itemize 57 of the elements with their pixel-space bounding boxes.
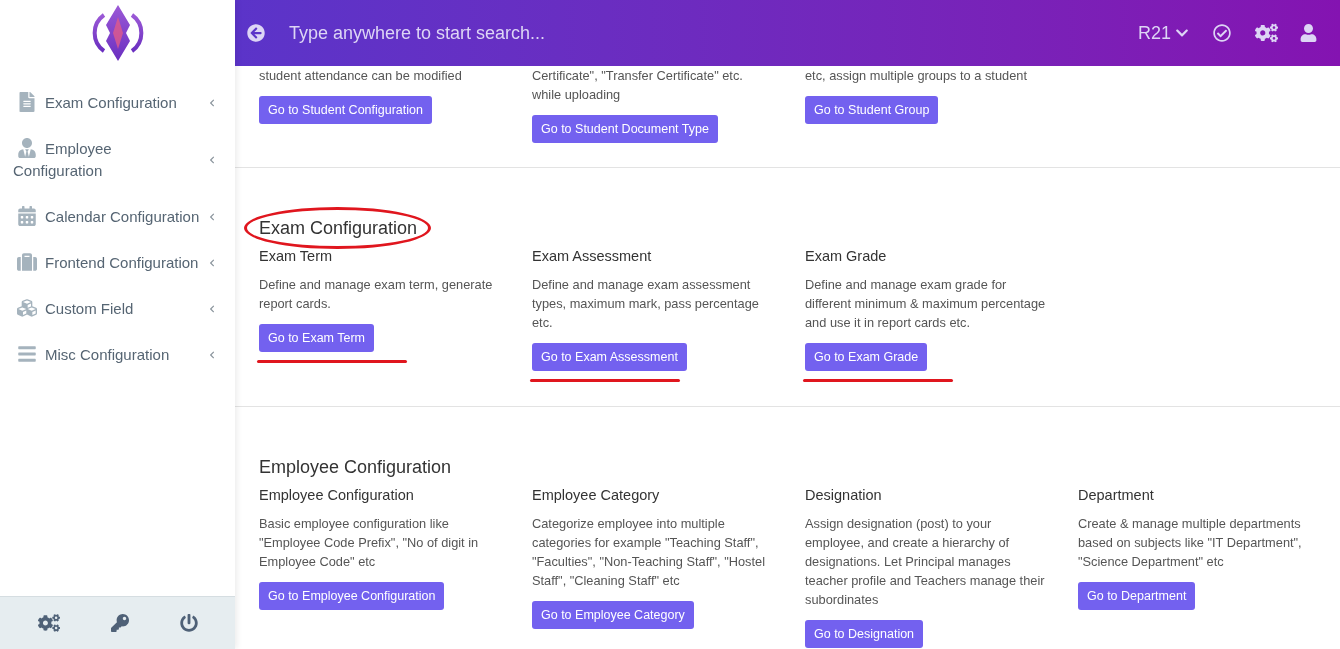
check-icon[interactable]	[1213, 24, 1231, 42]
go-to-button[interactable]: Go to Student Configuration	[259, 96, 432, 124]
card-description: Define and manage exam assessment types, maximum mark, pass percentage etc.	[532, 276, 760, 332]
card-title: Exam Grade	[805, 247, 887, 266]
chevron-icon	[208, 99, 216, 107]
section-heading: Exam Configuration	[259, 217, 418, 240]
sidebar-item[interactable]: Frontend Configuration	[0, 240, 235, 286]
menu-icon	[17, 344, 37, 364]
card-description: Assign designation (post) to your employee, and create a hierarchy of designations. Let Principal manages teacher profile and Teachers manage their subordinates	[805, 515, 1046, 609]
card-title: Department	[1078, 486, 1154, 505]
chevron-icon	[208, 213, 216, 221]
go-to-button[interactable]: Go to Employee Category	[532, 601, 694, 629]
chevron-icon	[208, 305, 216, 313]
sidebar-item[interactable]: Calendar Configuration	[0, 194, 235, 240]
card-title: Exam Term	[259, 247, 333, 266]
card-title: Employee Configuration	[259, 486, 414, 505]
suitcase-icon	[17, 252, 37, 272]
go-to-button[interactable]: Go to Student Document Type	[532, 115, 718, 143]
card-description: Define and manage exam grade for different minimum & maximum percentage and use it in report cards etc.	[805, 276, 1047, 332]
session-dropdown[interactable]: R21	[1137, 19, 1189, 47]
card-title: Exam Assessment	[532, 247, 652, 266]
power-icon[interactable]	[179, 614, 198, 632]
user-icon[interactable]	[1300, 24, 1317, 42]
card-description: Categorize employee into multiple categories for example "Teaching Staff", "Faculties", "Non-Teaching Staff", "Hostel Staff", "Cleaning Staff" etc	[532, 515, 767, 590]
card-description: Basic employee configuration like "Employee Code Prefix", "No of digit in Employee Code" etc	[259, 515, 480, 571]
logo-icon	[91, 3, 144, 63]
document-icon	[17, 92, 37, 112]
sidebar-item[interactable]: Employee Configuration	[0, 126, 235, 194]
back-icon[interactable]	[247, 24, 265, 42]
card-description: student attendance can be modified	[259, 67, 462, 85]
go-to-button[interactable]: Go to Designation	[805, 620, 924, 648]
go-to-button[interactable]: Go to Department	[1078, 582, 1196, 610]
card-description: Create & manage multiple departments based on subjects like "IT Department", "Science Department" etc	[1078, 515, 1303, 571]
section-heading: Employee Configuration	[259, 456, 452, 479]
go-to-button[interactable]: Go to Exam Term	[259, 324, 375, 352]
user-icon	[17, 138, 37, 158]
go-to-button[interactable]: Go to Exam Grade	[805, 343, 928, 371]
settings-icon[interactable]	[1255, 23, 1278, 43]
go-to-button[interactable]: Go to Student Group	[805, 96, 939, 124]
sidebar-item[interactable]: Misc Configuration	[0, 332, 235, 378]
chevron-icon	[208, 156, 216, 164]
card-description: etc, assign multiple groups to a student	[805, 67, 1027, 85]
card-description: Certificate", "Transfer Certificate" etc. while uploading	[532, 67, 744, 104]
settings-icon[interactable]	[37, 613, 60, 633]
sidebar-item[interactable]: Custom Field	[0, 286, 235, 332]
go-to-button[interactable]: Go to Exam Assessment	[532, 343, 687, 371]
go-to-button[interactable]: Go to Employee Configuration	[259, 582, 445, 610]
card-description: Define and manage exam term, generate report cards.	[259, 276, 494, 313]
sidebar-item[interactable]: Exam Configuration	[0, 80, 235, 126]
card-title: Employee Category	[532, 486, 660, 505]
search-field[interactable]: Type anywhere to start search...	[289, 19, 1138, 47]
chevron-icon	[208, 259, 216, 267]
calendar-icon	[17, 206, 37, 226]
cubes-icon	[17, 298, 37, 318]
chevron-icon	[208, 351, 216, 359]
key-icon[interactable]	[110, 614, 129, 632]
card-title: Designation	[805, 486, 882, 505]
